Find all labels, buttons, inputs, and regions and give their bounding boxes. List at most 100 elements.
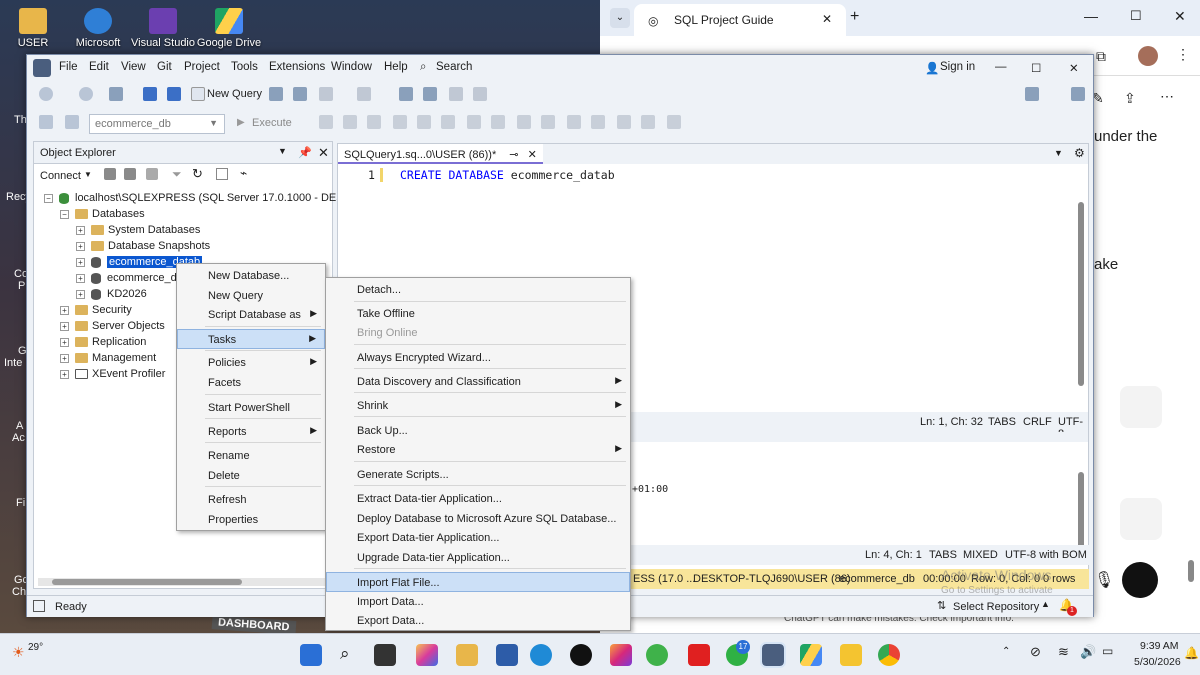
code-line[interactable]: CREATE DATABASE ecommerce_datab [400, 168, 615, 182]
find-icon[interactable] [423, 87, 437, 101]
menu-item-script-database-as[interactable]: Script Database as ▶ [177, 305, 325, 325]
wifi-icon[interactable]: ≋ [1058, 644, 1069, 660]
file-explorer-icon[interactable] [456, 644, 478, 666]
chevron-down-icon[interactable]: ▼ [1054, 148, 1063, 158]
query-analysis-icon[interactable] [293, 87, 307, 101]
expand-icon[interactable]: + [76, 273, 85, 283]
store-icon[interactable] [496, 644, 518, 666]
menu-window[interactable]: Window [331, 61, 372, 73]
menu-item-detach[interactable]: Detach... [326, 280, 630, 300]
close-tab-icon[interactable]: ✕ [822, 12, 832, 26]
parse-icon[interactable] [319, 115, 333, 129]
desktop-icon-user[interactable]: USER [0, 8, 66, 49]
expand-icon[interactable]: + [76, 241, 85, 251]
search-icon[interactable]: ⌕ [340, 644, 350, 664]
connect-plug-icon[interactable] [104, 168, 116, 180]
youtube-icon[interactable] [688, 644, 710, 666]
start-icon[interactable] [300, 644, 322, 666]
save-all-icon[interactable] [167, 87, 181, 101]
x-icon[interactable] [570, 644, 592, 666]
horizontal-scrollbar[interactable] [38, 578, 328, 586]
toolbox-icon[interactable] [399, 87, 413, 101]
clock-time[interactable]: 9:39 AM [1140, 640, 1179, 652]
menu-git[interactable]: Git [157, 61, 172, 73]
edge-icon[interactable] [530, 644, 552, 666]
menu-item-data-discovery[interactable]: Data Discovery and Classification ▶ [326, 372, 630, 392]
expand-icon[interactable]: + [60, 337, 69, 347]
menu-item-reports[interactable]: Reports ▶ [177, 422, 325, 442]
share-icon[interactable]: ⇪ [1124, 90, 1136, 107]
desktop-icon-edge[interactable]: Microsoft [65, 8, 131, 49]
select-repository[interactable]: Select Repository [953, 601, 1039, 613]
refresh-icon[interactable]: ↻ [192, 166, 203, 182]
new-project-icon[interactable] [109, 87, 123, 101]
minimize-icon[interactable]: — [995, 61, 1007, 73]
pin-icon[interactable]: ⊸ [509, 149, 518, 161]
menu-file[interactable]: File [59, 61, 78, 73]
expand-icon[interactable]: + [60, 369, 69, 379]
query-options-icon[interactable] [367, 115, 381, 129]
browser-tab[interactable]: ◎ SQL Project Guide ✕ [634, 4, 846, 36]
editor-tab[interactable]: SQLQuery1.sq...0\USER (86))* ⊸ ✕ [338, 144, 543, 164]
voice-button[interactable] [1122, 562, 1158, 598]
menu-item-always-encrypted[interactable]: Always Encrypted Wizard... [326, 348, 630, 368]
tree-node-management[interactable]: + Management [60, 352, 156, 364]
menu-tools[interactable]: Tools [231, 61, 258, 73]
menu-edit[interactable]: Edit [89, 61, 109, 73]
menu-item-take-offline[interactable]: Take Offline [326, 304, 630, 324]
collapse-icon[interactable]: − [60, 209, 69, 219]
encoding[interactable]: UTF-8 with BOM [1005, 549, 1087, 561]
menu-project[interactable]: Project [184, 61, 220, 73]
results-file-icon[interactable] [491, 115, 505, 129]
close-tab-icon[interactable]: ✕ [528, 149, 537, 161]
ssms-icon[interactable] [760, 642, 786, 668]
bell-icon[interactable]: 🔔 [1184, 646, 1199, 660]
disconnect-icon[interactable] [65, 115, 79, 129]
tree-node-replication[interactable]: + Replication [60, 336, 146, 348]
tree-node-server[interactable]: − localhost\SQLEXPRESS (SQL Server 17.0.1… [44, 192, 377, 204]
chevron-down-icon[interactable]: ▼ [278, 146, 287, 156]
results-text-icon[interactable] [441, 115, 455, 129]
editor-scrollbar[interactable] [1078, 202, 1084, 386]
menu-help[interactable]: Help [384, 61, 408, 73]
tabs-mode[interactable]: TABS [929, 549, 957, 561]
menu-item-export-data[interactable]: Export Data... [326, 611, 630, 631]
volume-icon[interactable]: 🔊 [1080, 644, 1096, 660]
connect-icon[interactable] [39, 115, 53, 129]
expand-icon[interactable]: + [76, 257, 85, 267]
chevron-up-icon[interactable]: ⌃ [1002, 646, 1010, 657]
layout-icon[interactable] [449, 87, 463, 101]
menu-item-new-query[interactable]: New Query [177, 286, 325, 306]
copilot-icon[interactable] [1025, 87, 1039, 101]
tabs-mode[interactable]: TABS [988, 416, 1016, 428]
menu-item-upgrade-data-tier[interactable]: Upgrade Data-tier Application... [326, 548, 630, 568]
line-ending[interactable]: CRLF [1023, 416, 1052, 428]
task-view-icon[interactable] [374, 644, 396, 666]
menu-item-deploy-azure[interactable]: Deploy Database to Microsoft Azure SQL D… [326, 509, 630, 529]
uncomment-icon[interactable] [541, 115, 555, 129]
profile-avatar[interactable] [1138, 46, 1158, 66]
tree-node-security[interactable]: + Security [60, 304, 132, 316]
close-icon[interactable]: ✕ [318, 145, 329, 161]
pulse-icon[interactable]: ⌁ [240, 166, 247, 180]
menu-item-back-up[interactable]: Back Up... [326, 421, 630, 441]
include-plan-icon[interactable] [393, 115, 407, 129]
menu-item-policies[interactable]: Policies ▶ [177, 353, 325, 373]
menu-item-shrink[interactable]: Shrink ▶ [326, 396, 630, 416]
desktop-icon-visual-studio[interactable]: Visual Studio [130, 8, 196, 49]
outdent-icon[interactable] [567, 115, 581, 129]
tree-node-databases[interactable]: − Databases [60, 208, 145, 220]
menu-item-export-data-tier[interactable]: Export Data-tier Application... [326, 528, 630, 548]
clock-date[interactable]: 5/30/2026 [1134, 656, 1181, 668]
menu-item-import-data[interactable]: Import Data... [326, 592, 630, 612]
display-plan-icon[interactable] [343, 115, 357, 129]
tree-node-server-objects[interactable]: + Server Objects [60, 320, 165, 332]
save-icon[interactable] [143, 87, 157, 101]
menu-item-tasks[interactable]: Tasks ▶ [177, 329, 325, 349]
new-query-button[interactable]: New Query [207, 88, 262, 100]
menu-item-new-database[interactable]: New Database... [177, 266, 325, 286]
instagram-icon[interactable] [610, 644, 632, 666]
toolbar-options-icon[interactable] [667, 115, 681, 129]
chevron-up-icon[interactable]: ▲ [1041, 599, 1050, 609]
collapse-icon[interactable]: − [44, 193, 53, 203]
